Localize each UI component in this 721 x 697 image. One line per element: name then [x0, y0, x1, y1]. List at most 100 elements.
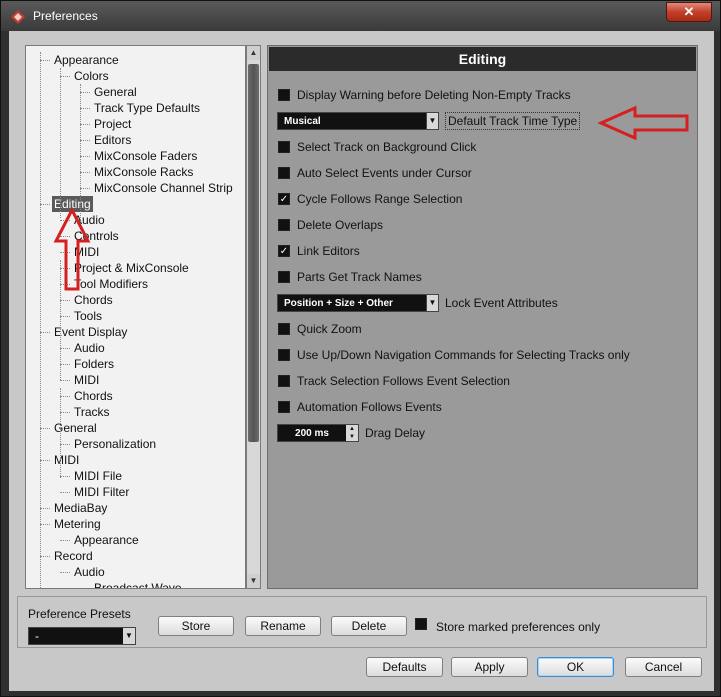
- chevron-down-icon[interactable]: ▼: [346, 433, 358, 441]
- scroll-up-arrow-icon[interactable]: ▲: [247, 46, 260, 60]
- title-bar[interactable]: Preferences ✕: [1, 1, 720, 31]
- checkbox-checked[interactable]: ✓: [278, 245, 290, 257]
- panel-title: Editing: [269, 47, 696, 71]
- preset-select[interactable]: - ▼: [28, 627, 136, 645]
- tree-item-label: Appearance: [74, 533, 139, 547]
- option-label: Select Track on Background Click: [297, 140, 477, 154]
- checkbox[interactable]: [278, 349, 290, 361]
- close-button[interactable]: ✕: [666, 2, 712, 22]
- tree-item[interactable]: General: [26, 420, 245, 436]
- spinner-buttons[interactable]: ▲ ▼: [346, 425, 358, 441]
- apply-button[interactable]: Apply: [451, 657, 528, 677]
- option-label: Track Selection Follows Event Selection: [297, 374, 510, 388]
- checkbox-checked[interactable]: ✓: [278, 193, 290, 205]
- store-marked-label: Store marked preferences only: [436, 620, 601, 634]
- tree-item[interactable]: Metering: [26, 516, 245, 532]
- defaults-button[interactable]: Defaults: [366, 657, 443, 677]
- window-title: Preferences: [33, 9, 98, 23]
- store-marked-checkbox[interactable]: [415, 618, 427, 630]
- tree-item[interactable]: MixConsole Faders: [26, 148, 245, 164]
- scroll-down-arrow-icon[interactable]: ▼: [247, 574, 260, 588]
- tree-guide-line: [60, 388, 61, 478]
- tree-item[interactable]: MIDI File: [26, 468, 245, 484]
- tree-item[interactable]: Appearance: [26, 532, 245, 548]
- tree-item-label: Record: [54, 549, 93, 563]
- preferences-tree[interactable]: Appearance Colors General Track Type Defaul…: [25, 45, 246, 589]
- lock-event-attributes-dropdown[interactable]: Position + Size + Other ▼: [277, 294, 439, 312]
- checkbox[interactable]: [278, 89, 290, 101]
- tree-item[interactable]: Record: [26, 548, 245, 564]
- tree-item[interactable]: Chords: [26, 388, 245, 404]
- scroll-thumb[interactable]: [248, 64, 259, 442]
- tree-item[interactable]: Tracks: [26, 404, 245, 420]
- tree-item[interactable]: Event Display: [26, 324, 245, 340]
- checkbox[interactable]: [278, 323, 290, 335]
- tree-item[interactable]: Tools: [26, 308, 245, 324]
- checkbox[interactable]: [278, 375, 290, 387]
- spinner-value: 200 ms: [295, 428, 329, 439]
- checkbox[interactable]: [278, 271, 290, 283]
- tree-item[interactable]: MediaBay: [26, 500, 245, 516]
- tree-item-label: Folders: [74, 357, 115, 371]
- checkbox[interactable]: [278, 401, 290, 413]
- tree-item[interactable]: General: [26, 84, 245, 100]
- option-label: Parts Get Track Names: [297, 270, 422, 284]
- tree-connector: [60, 364, 70, 365]
- dropdown-label: Default Track Time Type: [445, 112, 581, 130]
- tree-item[interactable]: Track Type Defaults: [26, 100, 245, 116]
- chevron-up-icon[interactable]: ▲: [346, 425, 358, 433]
- annotation-up-arrow-icon: [53, 207, 91, 291]
- checkbox[interactable]: [278, 219, 290, 231]
- tree-connector: [40, 524, 50, 525]
- tree-item[interactable]: Project: [26, 116, 245, 132]
- tree-item[interactable]: MixConsole Racks: [26, 164, 245, 180]
- tree-connector: [60, 396, 70, 397]
- tree-scrollbar[interactable]: ▲ ▼: [246, 45, 261, 589]
- tree-item-label: Personalization: [74, 437, 157, 451]
- tree-connector: [40, 556, 50, 557]
- tree-item[interactable]: Audio: [26, 564, 245, 580]
- ok-button[interactable]: OK: [537, 657, 614, 677]
- cubase-app-icon: [11, 10, 25, 24]
- tree-connector: [40, 332, 50, 333]
- tree-item[interactable]: MIDI: [26, 372, 245, 388]
- tree-item[interactable]: MIDI: [26, 452, 245, 468]
- drag-delay-spinner[interactable]: 200 ms ▲ ▼: [277, 424, 359, 442]
- tree-item[interactable]: Chords: [26, 292, 245, 308]
- tree-item[interactable]: Appearance: [26, 52, 245, 68]
- delete-button[interactable]: Delete: [331, 616, 407, 636]
- option-label: Use Up/Down Navigation Commands for Sele…: [297, 348, 630, 362]
- tree-connector: [40, 428, 50, 429]
- rename-button[interactable]: Rename: [245, 616, 321, 636]
- tree-item-label: Metering: [54, 517, 101, 531]
- option-label: Automation Follows Events: [297, 400, 442, 414]
- tree-item-label: Audio: [74, 341, 105, 355]
- store-button[interactable]: Store: [158, 616, 234, 636]
- cancel-button[interactable]: Cancel: [625, 657, 702, 677]
- checkbox[interactable]: [278, 167, 290, 179]
- tree-item-label: MIDI: [74, 373, 100, 387]
- tree-item[interactable]: Broadcast Wave: [26, 580, 245, 588]
- tree-item-label: MixConsole Faders: [94, 149, 198, 163]
- spinner-label: Drag Delay: [365, 426, 426, 440]
- tree-item[interactable]: Colors: [26, 68, 245, 84]
- checkbox[interactable]: [278, 141, 290, 153]
- tree-connector: [60, 300, 70, 301]
- tree-item-label: Track Type Defaults: [94, 101, 201, 115]
- tree-item-label: Event Display: [54, 325, 128, 339]
- tree-item[interactable]: MixConsole Channel Strip: [26, 180, 245, 196]
- tree-item[interactable]: Editors: [26, 132, 245, 148]
- option-label: Quick Zoom: [297, 322, 362, 336]
- track-time-type-dropdown[interactable]: Musical ▼: [277, 112, 439, 130]
- tree-connector: [80, 188, 90, 189]
- tree-item[interactable]: Personalization: [26, 436, 245, 452]
- tree-item[interactable]: MIDI Filter: [26, 484, 245, 500]
- tree-connector: [80, 108, 90, 109]
- tree-item[interactable]: Folders: [26, 356, 245, 372]
- tree-connector: [40, 204, 50, 205]
- tree-item-label: Project: [94, 117, 132, 131]
- tree-item[interactable]: Audio: [26, 340, 245, 356]
- tree-item-label: Appearance: [54, 53, 119, 67]
- option-label: Link Editors: [297, 244, 360, 258]
- tree-connector: [80, 92, 90, 93]
